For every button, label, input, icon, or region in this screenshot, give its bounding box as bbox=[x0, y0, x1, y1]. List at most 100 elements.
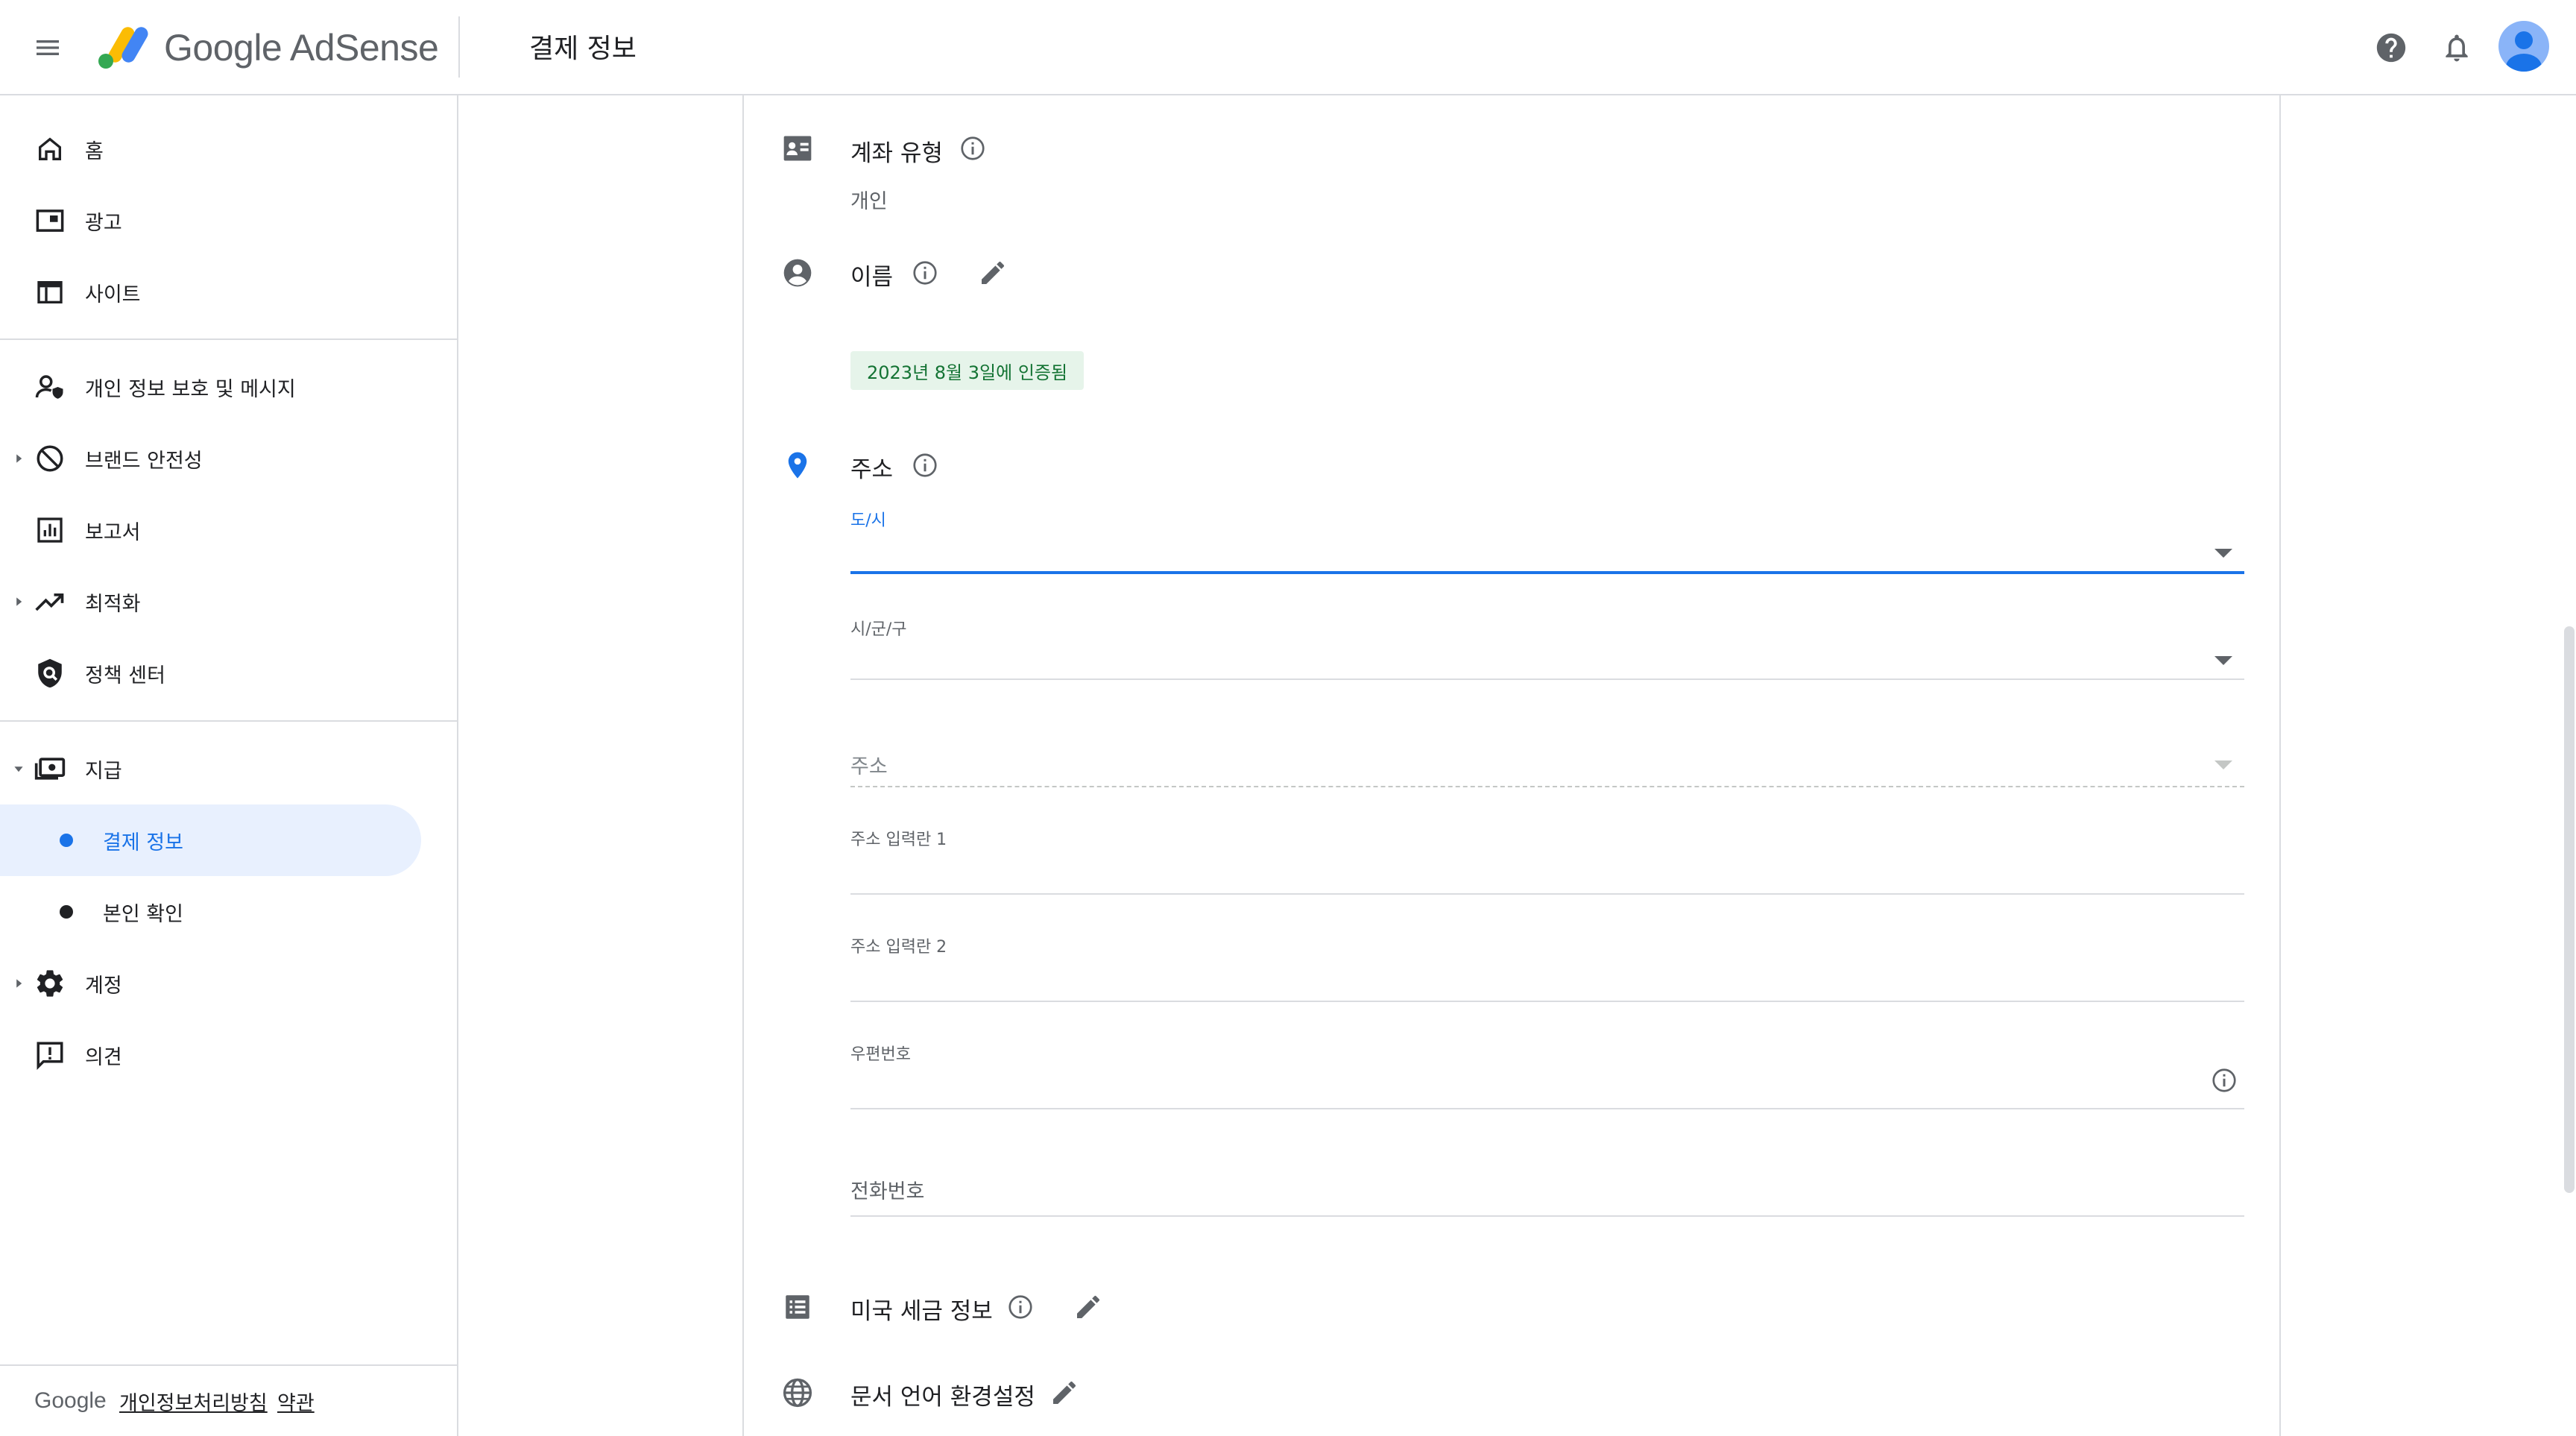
address-underline bbox=[850, 786, 2244, 787]
feedback-icon bbox=[33, 1038, 67, 1072]
address-line1-label: 주소 입력란 1 bbox=[850, 831, 947, 849]
verified-chip: 2023년 8월 3일에 인증됨 bbox=[850, 351, 1085, 390]
phone-placeholder: 전화번호 bbox=[850, 1180, 925, 1203]
home-icon bbox=[33, 132, 67, 166]
sidebar-item-brand-safety[interactable]: 브랜드 안전성 bbox=[0, 423, 457, 494]
footer-google-logo: Google bbox=[34, 1388, 107, 1413]
info-icon[interactable] bbox=[911, 451, 939, 479]
postal-code-underline bbox=[850, 1108, 2244, 1109]
trending-up-icon bbox=[33, 585, 67, 619]
sidebar-item-label: 의견 bbox=[85, 1045, 122, 1069]
sidebar-item-label: 브랜드 안전성 bbox=[85, 449, 203, 473]
caret-right-icon bbox=[16, 597, 22, 606]
sidebar-item-feedback[interactable]: 의견 bbox=[0, 1019, 457, 1091]
caret-right-icon bbox=[16, 979, 22, 988]
avatar[interactable] bbox=[2498, 21, 2549, 72]
active-dot bbox=[60, 834, 73, 847]
language-icon bbox=[780, 1375, 815, 1411]
top-app-bar: Google AdSense 결제 정보 bbox=[0, 0, 2576, 95]
name-label: 이름 bbox=[850, 264, 894, 291]
address-line1-underline bbox=[850, 893, 2244, 895]
block-icon bbox=[33, 441, 67, 476]
sidebar-divider bbox=[0, 338, 457, 340]
city-label: 도/시 bbox=[850, 511, 886, 530]
notifications-button[interactable] bbox=[2436, 27, 2478, 69]
info-icon[interactable] bbox=[959, 134, 987, 163]
address-label: 주소 bbox=[850, 456, 894, 483]
sidebar-item-reports[interactable]: 보고서 bbox=[0, 494, 457, 566]
district-label: 시/군/구 bbox=[850, 620, 907, 639]
sidebar-item-verification[interactable]: 본인 확인 bbox=[0, 876, 421, 948]
sidebar-item-payments[interactable]: 지급 bbox=[0, 733, 457, 804]
account-icon bbox=[2506, 31, 2542, 72]
settings-icon bbox=[33, 966, 67, 1001]
menu-button[interactable] bbox=[30, 30, 66, 66]
chevron-down-icon bbox=[2214, 549, 2232, 558]
privacy-icon bbox=[33, 370, 67, 404]
sidebar-item-sites[interactable]: 사이트 bbox=[0, 256, 457, 328]
page-title: 결제 정보 bbox=[529, 34, 637, 64]
sidebar-item-label: 개인 정보 보호 및 메시지 bbox=[85, 377, 296, 401]
caret-right-icon bbox=[16, 454, 22, 463]
account-circle-icon bbox=[780, 255, 815, 291]
edit-name-button[interactable] bbox=[976, 256, 1009, 289]
address-dropdown[interactable]: 주소 bbox=[850, 698, 2244, 787]
district-underline bbox=[850, 678, 2244, 680]
account-box-icon bbox=[780, 130, 815, 166]
edit-icon bbox=[1053, 1381, 1076, 1404]
chevron-down-icon bbox=[2214, 760, 2232, 769]
sidebar-divider bbox=[0, 720, 457, 722]
address-line2-underline bbox=[850, 1001, 2244, 1002]
policy-icon bbox=[33, 656, 67, 690]
sidebar-item-label: 보고서 bbox=[85, 520, 141, 544]
sidebar-item-label: 결제 정보 bbox=[103, 831, 183, 854]
bullet-dot bbox=[60, 905, 73, 919]
sidebar-item-ads[interactable]: 광고 bbox=[0, 185, 457, 256]
menu-icon bbox=[37, 40, 59, 55]
us-tax-label: 미국 세금 정보 bbox=[850, 1298, 993, 1325]
account-type-value: 개인 bbox=[850, 190, 888, 213]
sidebar-item-label: 최적화 bbox=[85, 592, 141, 616]
privacy-policy-link[interactable]: 개인정보처리방침 bbox=[119, 1387, 268, 1416]
sidebar-item-privacy[interactable]: 개인 정보 보호 및 메시지 bbox=[0, 351, 457, 423]
sidebar-item-payment-info[interactable]: 결제 정보 bbox=[0, 804, 421, 876]
city-dropdown[interactable]: 도/시 bbox=[850, 485, 2244, 574]
edit-icon bbox=[982, 261, 1005, 284]
sidebar-item-home[interactable]: 홈 bbox=[0, 113, 457, 185]
caret-down-icon bbox=[14, 766, 23, 772]
notifications-icon bbox=[2446, 34, 2468, 62]
sidebar-item-account[interactable]: 계정 bbox=[0, 948, 457, 1019]
scrollbar-thumb[interactable] bbox=[2564, 626, 2575, 1193]
city-underline bbox=[850, 571, 2244, 574]
account-type-label: 계좌 유형 bbox=[850, 140, 943, 167]
edit-icon bbox=[1077, 1295, 1100, 1318]
info-icon[interactable] bbox=[2210, 1066, 2238, 1095]
sidebar-item-label: 정책 센터 bbox=[85, 664, 165, 687]
phone-input[interactable]: 전화번호 bbox=[850, 1127, 2244, 1217]
terms-link[interactable]: 약관 bbox=[277, 1387, 315, 1416]
help-icon bbox=[2376, 33, 2406, 63]
doc-language-label: 문서 언어 환경설정 bbox=[850, 1384, 1035, 1411]
reports-icon bbox=[33, 513, 67, 547]
info-icon[interactable] bbox=[1006, 1293, 1035, 1321]
postal-code-input[interactable]: 우편번호 bbox=[850, 1020, 2244, 1109]
help-button[interactable] bbox=[2370, 27, 2412, 69]
sidebar-item-optimization[interactable]: 최적화 bbox=[0, 566, 457, 637]
edit-doc-language-button[interactable] bbox=[1048, 1376, 1081, 1409]
district-dropdown[interactable]: 시/군/구 bbox=[850, 591, 2244, 680]
sidebar-item-policy-center[interactable]: 정책 센터 bbox=[0, 637, 457, 709]
address-line2-label: 주소 입력란 2 bbox=[850, 938, 947, 957]
sidebar-item-label: 사이트 bbox=[85, 283, 141, 306]
edit-us-tax-button[interactable] bbox=[1072, 1291, 1105, 1323]
sidebar-item-label: 본인 확인 bbox=[103, 902, 183, 926]
address-line1-input[interactable]: 주소 입력란 1 bbox=[850, 805, 2244, 895]
adsense-logo[interactable]: Google AdSense bbox=[95, 21, 439, 75]
info-icon[interactable] bbox=[911, 259, 939, 287]
sidebar-item-label: 광고 bbox=[85, 211, 122, 235]
sidebar-item-label: 계정 bbox=[85, 974, 122, 998]
sidebar: 홈 광고 사이트 개인 정보 보호 및 메시지 브랜드 안전성 보고서 최적화 … bbox=[0, 95, 458, 1436]
address-line2-input[interactable]: 주소 입력란 2 bbox=[850, 913, 2244, 1002]
payments-icon bbox=[33, 752, 67, 786]
sidebar-footer: Google 개인정보처리방침 약관 bbox=[0, 1364, 457, 1436]
location-pin-icon bbox=[780, 447, 815, 483]
